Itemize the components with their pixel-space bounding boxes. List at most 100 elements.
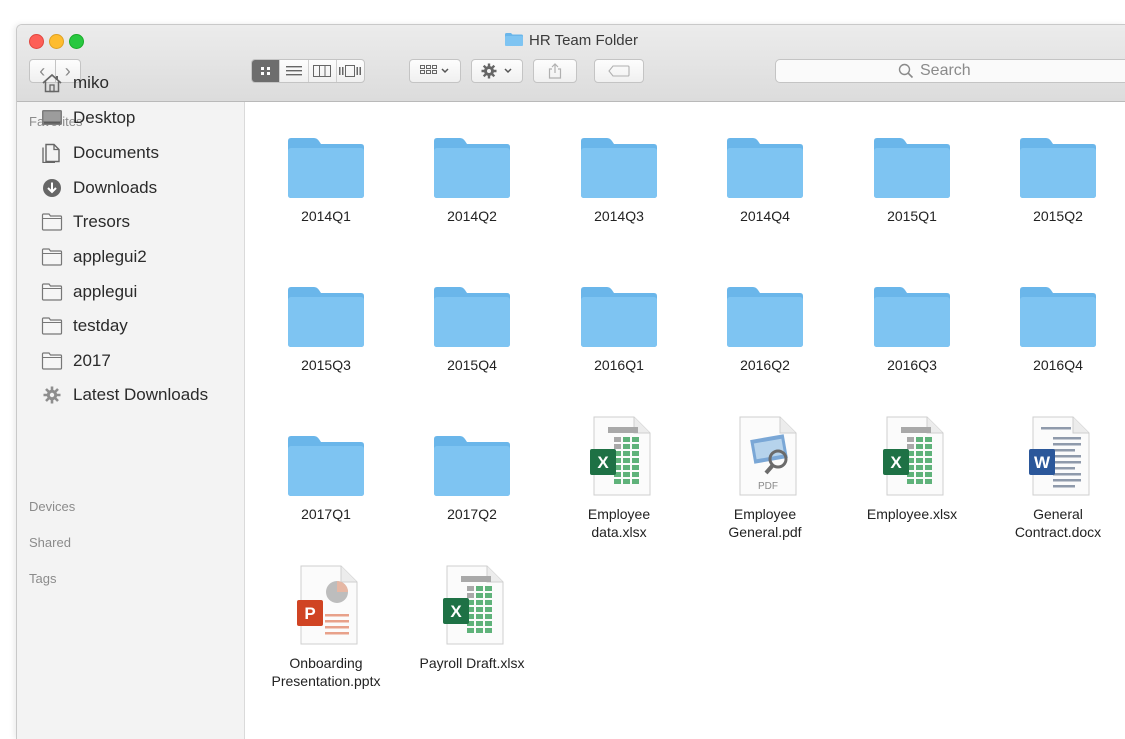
folder-icon [874,287,950,347]
file-name: General Contract.docx [1014,506,1102,540]
arrange-button[interactable] [409,59,461,83]
file-icon-wrap [546,117,692,199]
sidebar-item-label: applegui2 [73,247,147,266]
share-button[interactable] [533,59,577,83]
pdf-badge: PDF [758,481,778,492]
file-name: 2016Q1 [594,357,644,373]
folder-icon [288,436,364,496]
sidebar-item-label: miko [73,73,109,92]
file-name: 2016Q2 [740,357,790,373]
edit-tags-button[interactable] [594,59,644,83]
powerpoint-file-icon: P [297,565,358,645]
sidebar-item-label: testday [73,316,128,335]
sidebar: Favorites mikoDesktopDocumentsDownloadsT… [17,73,245,739]
sidebar-item-downloads[interactable]: Downloads [41,176,157,200]
folder-item[interactable]: 2015Q1 [839,117,985,225]
folder-item[interactable]: 2014Q1 [253,117,399,225]
devices-heading: Devices [29,499,76,514]
file-item[interactable]: X Payroll Draft.xlsx [399,564,545,672]
window-title: HR Team Folder [17,31,1125,51]
sidebar-item-desktop[interactable]: Desktop [41,106,135,130]
gallery-view-button[interactable] [335,60,364,82]
search-field[interactable] [775,59,1125,83]
file-icon-wrap [253,117,399,199]
file-icon-wrap [692,117,838,199]
folder-item[interactable]: 2015Q2 [985,117,1125,225]
action-button[interactable] [471,59,523,83]
file-name: 2017Q2 [447,506,497,522]
search-input[interactable] [918,61,1012,81]
file-item[interactable]: W General Contract.docx [985,415,1125,541]
file-name: Onboarding Presentation.pptx [271,655,381,689]
folder-icon [874,138,950,198]
folder-icon [434,436,510,496]
file-icon-wrap [399,117,545,199]
file-name: Employee data.xlsx [587,506,651,540]
folder-item[interactable]: 2014Q4 [692,117,838,225]
file-icon-wrap [399,415,545,497]
file-grid: 2014Q1 2014Q2 2014Q3 2014Q4 2015Q1 2015Q2 2015… [245,102,1125,739]
icon-view-button[interactable] [252,60,280,82]
sidebar-item-applegui2[interactable]: applegui2 [41,245,147,269]
folder-item[interactable]: 2017Q2 [399,415,545,523]
file-name: Employee.xlsx [866,506,958,522]
window-title-text: HR Team Folder [529,32,638,49]
sidebar-item-label: Tresors [73,212,130,231]
folder-icon [288,138,364,198]
tag-icon [608,65,630,77]
file-icon-wrap [692,266,838,348]
folder-item[interactable]: 2016Q2 [692,266,838,374]
sidebar-item-label: applegui [73,282,138,301]
folder-icon [727,287,803,347]
list-view-button[interactable] [279,60,307,82]
folder-item[interactable]: 2016Q4 [985,266,1125,374]
file-icon-wrap [839,266,985,348]
folder-item[interactable]: 2015Q3 [253,266,399,374]
file-icon-wrap: P [253,564,399,646]
file-item[interactable]: PDF Employee General.pdf [692,415,838,541]
file-name: 2016Q4 [1033,357,1083,373]
sidebar-item-applegui[interactable]: applegui [41,280,137,304]
file-type-letter: X [597,453,609,472]
excel-file-icon: X [443,565,504,645]
sidebar-item-label: Desktop [73,108,136,127]
excel-file-icon: X [590,416,651,496]
column-view-icon [313,65,332,77]
sidebar-item-documents[interactable]: Documents [41,141,159,165]
file-icon-wrap: X [399,564,545,646]
pdf-file-icon: PDF [739,416,797,496]
sidebar-item-miko[interactable]: miko [41,71,109,95]
excel-file-icon: X [883,416,944,496]
sidebar-item-tresors[interactable]: Tresors [41,210,130,234]
file-item[interactable]: X Employee.xlsx [839,415,985,523]
sidebar-item-latest-downloads[interactable]: Latest Downloads [41,383,208,407]
folder-icon [581,138,657,198]
file-name: 2014Q2 [447,208,497,224]
file-icon-wrap [985,117,1125,199]
file-type-letter: X [890,453,902,472]
downloads-icon [43,179,61,197]
file-name: 2014Q3 [594,208,644,224]
folder-item[interactable]: 2015Q4 [399,266,545,374]
gear-icon [43,386,61,404]
list-view-icon [285,66,302,76]
folder-item[interactable]: 2017Q1 [253,415,399,523]
folder-item[interactable]: 2014Q2 [399,117,545,225]
file-item[interactable]: P Onboarding Presentation.pptx [253,564,399,690]
sidebar-item-label: Documents [73,143,159,162]
folder-item[interactable]: 2016Q1 [546,266,692,374]
finder-window: HR Team Folder ‹ › Search miko Desktop D… [16,24,1125,739]
file-icon-wrap: X [839,415,985,497]
file-icon-wrap [253,266,399,348]
file-icon-wrap [253,415,399,497]
tags-heading: Tags [29,571,57,586]
folder-item[interactable]: 2014Q3 [546,117,692,225]
arrange-icon [420,65,449,74]
title-bar: HR Team Folder ‹ › [17,25,1125,102]
file-icon-wrap [839,117,985,199]
sidebar-item-2017[interactable]: 2017 [41,349,111,373]
folder-item[interactable]: 2016Q3 [839,266,985,374]
column-view-button[interactable] [307,60,336,82]
file-item[interactable]: X Employee data.xlsx [546,415,692,541]
sidebar-item-testday[interactable]: testday [41,314,128,338]
